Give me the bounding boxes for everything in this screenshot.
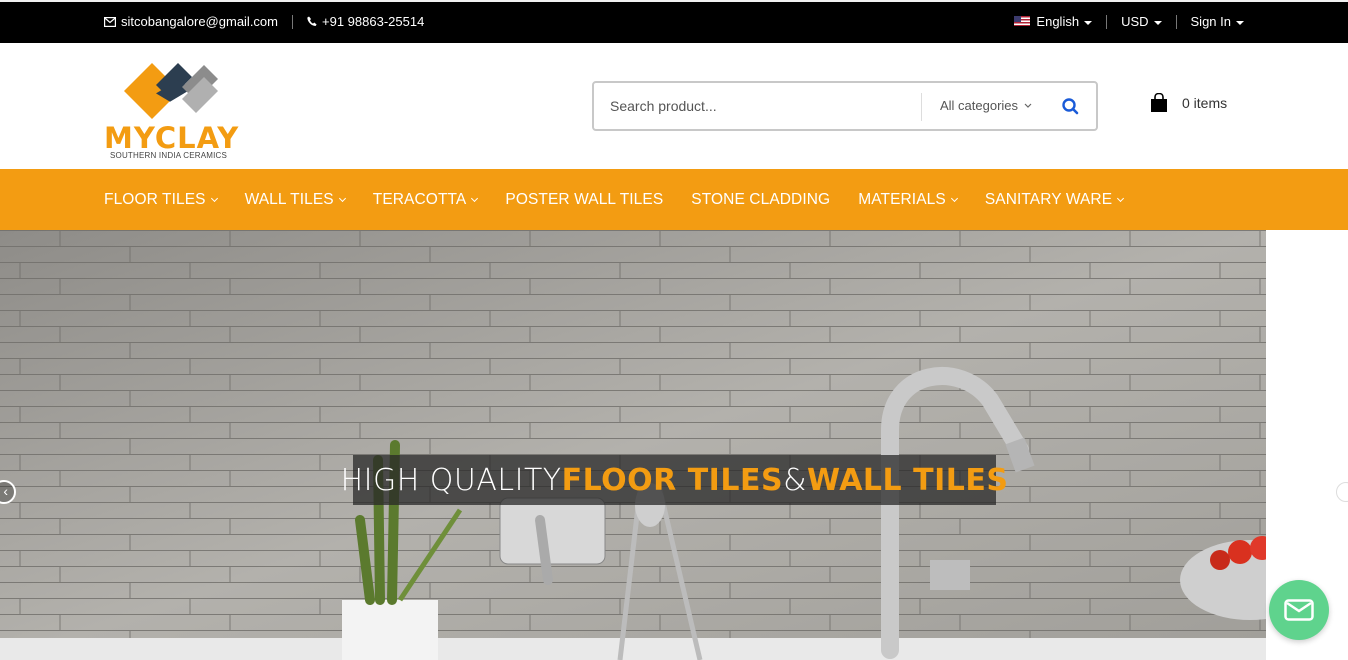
caption-highlight: WALL TILES [806, 462, 1009, 498]
chevron-down-icon [338, 194, 346, 202]
nav-item-label: FLOOR TILES [104, 190, 206, 208]
chevron-down-icon [950, 194, 958, 202]
chevron-left-icon: ‹ [3, 483, 8, 499]
cart-label: 0 items [1182, 95, 1228, 111]
account-controls: English USD Sign In [1014, 14, 1244, 29]
signin-dropdown[interactable]: Sign In [1191, 14, 1244, 29]
hero-slider: HIGH QUALITY FLOOR TILES & WALL TILES ‹ [0, 230, 1348, 660]
phone-icon [307, 16, 317, 26]
search-divider [921, 93, 922, 121]
hero-caption: HIGH QUALITY FLOOR TILES & WALL TILES [341, 455, 1008, 505]
nav-item-teracotta[interactable]: TERACOTTA [372, 190, 479, 209]
chevron-down-icon [210, 194, 218, 202]
nav-item-label: TERACOTTA [372, 190, 467, 208]
divider [1106, 14, 1108, 29]
divider [292, 14, 293, 29]
language-dropdown[interactable]: English [1014, 14, 1093, 29]
phone-link[interactable]: +91 98863-25514 [307, 14, 424, 29]
currency-label: USD [1121, 14, 1149, 29]
caret-down-icon [1084, 20, 1093, 25]
caret-down-icon [1153, 20, 1162, 25]
caption-text: HIGH QUALITY [340, 462, 562, 498]
logo-brand: MYCLAY [104, 121, 240, 155]
nav-item-wall-tiles[interactable]: WALL TILES [244, 190, 346, 209]
nav-item-label: POSTER WALL TILES [505, 190, 664, 208]
nav-item-label: SANITARY WARE [984, 190, 1113, 208]
nav-item-materials[interactable]: MATERIALS [858, 190, 958, 209]
chat-button[interactable] [1269, 580, 1329, 640]
shopping-bag-icon [1151, 93, 1167, 112]
top-bar: sitcobangalore@gmail.com +91 98863-25514… [0, 0, 1348, 43]
main-nav: FLOOR TILES WALL TILES TERACOTTA POSTER … [0, 169, 1348, 230]
currency-dropdown[interactable]: USD [1121, 14, 1162, 29]
chevron-down-icon [1024, 103, 1032, 108]
hero-image [0, 230, 1266, 660]
site-logo[interactable]: MYCLAY SOUTHERN INDIA CERAMICS [104, 61, 244, 163]
phone-text: +91 98863-25514 [322, 14, 425, 29]
email-text: sitcobangalore@gmail.com [121, 14, 278, 29]
nav-item-label: STONE CLADDING [691, 190, 831, 208]
category-label: All categories [940, 98, 1019, 113]
caret-down-icon [1236, 20, 1244, 25]
logo-tagline: SOUTHERN INDIA CERAMICS [110, 151, 228, 160]
search-icon[interactable] [1060, 96, 1082, 118]
nav-item-label: MATERIALS [858, 190, 946, 208]
search-bar: All categories [592, 81, 1098, 131]
us-flag-icon [1014, 16, 1031, 26]
email-link[interactable]: sitcobangalore@gmail.com [104, 14, 278, 29]
chevron-down-icon [471, 194, 479, 202]
nav-item-stone-cladding[interactable]: STONE CLADDING [691, 191, 830, 209]
slider-next-button[interactable] [1336, 482, 1348, 502]
divider [1175, 14, 1177, 29]
caption-text: & [783, 462, 807, 498]
nav-item-sanitary-ware[interactable]: SANITARY WARE [984, 190, 1125, 209]
nav-item-label: WALL TILES [244, 190, 334, 208]
signin-label: Sign In [1190, 14, 1231, 29]
chevron-down-icon [1117, 194, 1125, 202]
envelope-icon [104, 16, 116, 27]
caption-highlight: FLOOR TILES [561, 462, 784, 498]
language-label: English [1036, 14, 1080, 29]
mail-chat-icon [1284, 599, 1314, 621]
nav-item-poster-wall-tiles[interactable]: POSTER WALL TILES [505, 191, 663, 209]
nav-item-floor-tiles[interactable]: FLOOR TILES [104, 190, 218, 209]
category-select[interactable]: All categories [940, 98, 1032, 113]
search-input[interactable] [610, 95, 910, 117]
cart-button[interactable]: 0 items [1150, 93, 1227, 113]
logo-diamonds-icon [124, 63, 218, 119]
contact-info: sitcobangalore@gmail.com +91 98863-25514 [104, 14, 424, 29]
site-header: MYCLAY SOUTHERN INDIA CERAMICS All categ… [0, 43, 1348, 169]
